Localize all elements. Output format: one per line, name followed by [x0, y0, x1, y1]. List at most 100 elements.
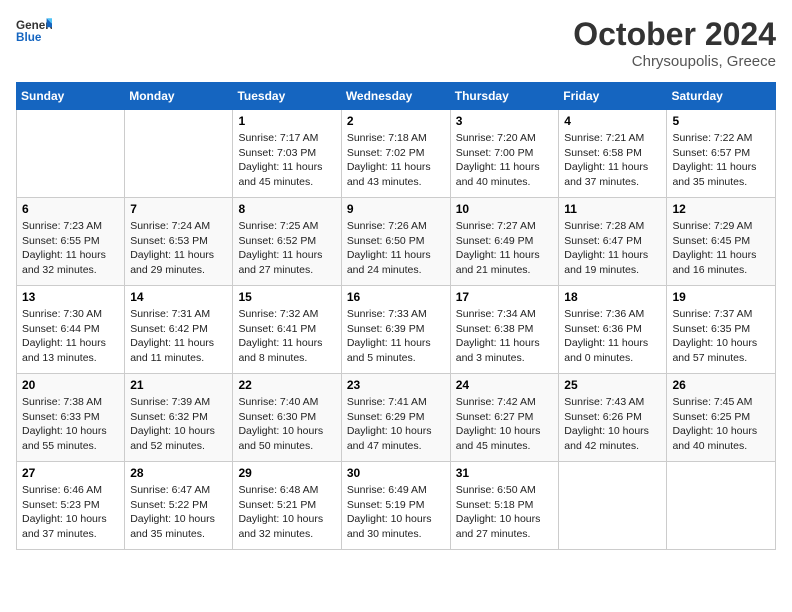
table-row: 9 Sunrise: 7:26 AM Sunset: 6:50 PM Daylig…	[341, 198, 450, 286]
day-number: 24	[456, 378, 554, 392]
location-subtitle: Chrysoupolis, Greece	[573, 53, 776, 70]
day-info: Sunrise: 7:25 AM Sunset: 6:52 PM Dayligh…	[238, 219, 335, 278]
day-number: 6	[22, 202, 119, 216]
day-info: Sunrise: 7:36 AM Sunset: 6:36 PM Dayligh…	[564, 307, 661, 366]
calendar-week-row: 6 Sunrise: 7:23 AM Sunset: 6:55 PM Daylig…	[17, 198, 776, 286]
logo-icon: General Blue	[16, 16, 52, 44]
day-number: 13	[22, 290, 119, 304]
day-info: Sunrise: 7:45 AM Sunset: 6:25 PM Dayligh…	[672, 395, 770, 454]
day-number: 30	[347, 466, 445, 480]
table-row: 28 Sunrise: 6:47 AM Sunset: 5:22 PM Dayli…	[125, 462, 233, 550]
table-row: 27 Sunrise: 6:46 AM Sunset: 5:23 PM Dayli…	[17, 462, 125, 550]
col-saturday: Saturday	[667, 83, 776, 110]
day-info: Sunrise: 6:48 AM Sunset: 5:21 PM Dayligh…	[238, 483, 335, 542]
logo: General Blue	[16, 16, 52, 44]
day-number: 28	[130, 466, 227, 480]
table-row: 2Sunrise: 7:18 AM Sunset: 7:02 PM Daylig…	[341, 110, 450, 198]
day-number: 9	[347, 202, 445, 216]
day-number: 14	[130, 290, 227, 304]
table-row: 17 Sunrise: 7:34 AM Sunset: 6:38 PM Dayli…	[450, 286, 559, 374]
table-row: 22 Sunrise: 7:40 AM Sunset: 6:30 PM Dayli…	[233, 374, 341, 462]
day-number: 3	[456, 114, 554, 128]
table-row: 12 Sunrise: 7:29 AM Sunset: 6:45 PM Dayli…	[667, 198, 776, 286]
table-row	[17, 110, 125, 198]
col-sunday: Sunday	[17, 83, 125, 110]
day-number: 25	[564, 378, 661, 392]
table-row: 16Sunrise: 7:33 AM Sunset: 6:39 PM Dayli…	[341, 286, 450, 374]
day-number: 31	[456, 466, 554, 480]
table-row: 3 Sunrise: 7:20 AM Sunset: 7:00 PM Daylig…	[450, 110, 559, 198]
day-info: Sunrise: 6:49 AM Sunset: 5:19 PM Dayligh…	[347, 483, 445, 542]
day-number: 12	[672, 202, 770, 216]
day-number: 26	[672, 378, 770, 392]
day-info: Sunrise: 7:37 AM Sunset: 6:35 PM Dayligh…	[672, 307, 770, 366]
day-number: 16	[347, 290, 445, 304]
table-row: 19 Sunrise: 7:37 AM Sunset: 6:35 PM Dayli…	[667, 286, 776, 374]
table-row: 26 Sunrise: 7:45 AM Sunset: 6:25 PM Dayli…	[667, 374, 776, 462]
calendar-week-row: 27 Sunrise: 6:46 AM Sunset: 5:23 PM Dayli…	[17, 462, 776, 550]
day-number: 15	[238, 290, 335, 304]
day-info: Sunrise: 7:20 AM Sunset: 7:00 PM Dayligh…	[456, 131, 554, 190]
table-row: 8Sunrise: 7:25 AM Sunset: 6:52 PM Daylig…	[233, 198, 341, 286]
day-info: Sunrise: 7:28 AM Sunset: 6:47 PM Dayligh…	[564, 219, 661, 278]
table-row	[559, 462, 667, 550]
day-number: 10	[456, 202, 554, 216]
table-row: 21 Sunrise: 7:39 AM Sunset: 6:32 PM Dayli…	[125, 374, 233, 462]
day-number: 18	[564, 290, 661, 304]
table-row: 29 Sunrise: 6:48 AM Sunset: 5:21 PM Dayli…	[233, 462, 341, 550]
day-info: Sunrise: 7:31 AM Sunset: 6:42 PM Dayligh…	[130, 307, 227, 366]
day-number: 1	[238, 114, 335, 128]
day-info: Sunrise: 7:24 AM Sunset: 6:53 PM Dayligh…	[130, 219, 227, 278]
day-info: Sunrise: 6:46 AM Sunset: 5:23 PM Dayligh…	[22, 483, 119, 542]
table-row	[125, 110, 233, 198]
col-wednesday: Wednesday	[341, 83, 450, 110]
day-info: Sunrise: 7:27 AM Sunset: 6:49 PM Dayligh…	[456, 219, 554, 278]
calendar-week-row: 20Sunrise: 7:38 AM Sunset: 6:33 PM Dayli…	[17, 374, 776, 462]
col-monday: Monday	[125, 83, 233, 110]
day-number: 17	[456, 290, 554, 304]
table-row	[667, 462, 776, 550]
day-info: Sunrise: 7:32 AM Sunset: 6:41 PM Dayligh…	[238, 307, 335, 366]
table-row: 15 Sunrise: 7:32 AM Sunset: 6:41 PM Dayli…	[233, 286, 341, 374]
table-row: 4 Sunrise: 7:21 AM Sunset: 6:58 PM Daylig…	[559, 110, 667, 198]
day-info: Sunrise: 7:42 AM Sunset: 6:27 PM Dayligh…	[456, 395, 554, 454]
calendar-week-row: 1 Sunrise: 7:17 AM Sunset: 7:03 PM Daylig…	[17, 110, 776, 198]
table-row: 25Sunrise: 7:43 AM Sunset: 6:26 PM Dayli…	[559, 374, 667, 462]
day-info: Sunrise: 7:41 AM Sunset: 6:29 PM Dayligh…	[347, 395, 445, 454]
day-number: 22	[238, 378, 335, 392]
day-info: Sunrise: 7:39 AM Sunset: 6:32 PM Dayligh…	[130, 395, 227, 454]
day-number: 4	[564, 114, 661, 128]
table-row: 23Sunrise: 7:41 AM Sunset: 6:29 PM Dayli…	[341, 374, 450, 462]
day-info: Sunrise: 7:23 AM Sunset: 6:55 PM Dayligh…	[22, 219, 119, 278]
table-row: 30 Sunrise: 6:49 AM Sunset: 5:19 PM Dayli…	[341, 462, 450, 550]
day-info: Sunrise: 7:21 AM Sunset: 6:58 PM Dayligh…	[564, 131, 661, 190]
day-number: 11	[564, 202, 661, 216]
table-row: 24 Sunrise: 7:42 AM Sunset: 6:27 PM Dayli…	[450, 374, 559, 462]
day-number: 27	[22, 466, 119, 480]
table-row: 13 Sunrise: 7:30 AM Sunset: 6:44 PM Dayli…	[17, 286, 125, 374]
col-thursday: Thursday	[450, 83, 559, 110]
col-tuesday: Tuesday	[233, 83, 341, 110]
page-header: General Blue October 2024 Chrysoupolis, …	[16, 16, 776, 70]
svg-text:Blue: Blue	[16, 31, 42, 44]
day-number: 5	[672, 114, 770, 128]
day-number: 29	[238, 466, 335, 480]
calendar-header-row: Sunday Monday Tuesday Wednesday Thursday…	[17, 83, 776, 110]
table-row: 7Sunrise: 7:24 AM Sunset: 6:53 PM Daylig…	[125, 198, 233, 286]
day-info: Sunrise: 7:29 AM Sunset: 6:45 PM Dayligh…	[672, 219, 770, 278]
day-info: Sunrise: 6:47 AM Sunset: 5:22 PM Dayligh…	[130, 483, 227, 542]
day-number: 2	[347, 114, 445, 128]
day-info: Sunrise: 7:40 AM Sunset: 6:30 PM Dayligh…	[238, 395, 335, 454]
month-title: October 2024	[573, 16, 776, 53]
day-info: Sunrise: 7:38 AM Sunset: 6:33 PM Dayligh…	[22, 395, 119, 454]
day-info: Sunrise: 7:34 AM Sunset: 6:38 PM Dayligh…	[456, 307, 554, 366]
day-number: 21	[130, 378, 227, 392]
table-row: 6 Sunrise: 7:23 AM Sunset: 6:55 PM Daylig…	[17, 198, 125, 286]
day-info: Sunrise: 7:17 AM Sunset: 7:03 PM Dayligh…	[238, 131, 335, 190]
title-block: October 2024 Chrysoupolis, Greece	[573, 16, 776, 70]
table-row: 31Sunrise: 6:50 AM Sunset: 5:18 PM Dayli…	[450, 462, 559, 550]
day-info: Sunrise: 7:26 AM Sunset: 6:50 PM Dayligh…	[347, 219, 445, 278]
day-info: Sunrise: 7:30 AM Sunset: 6:44 PM Dayligh…	[22, 307, 119, 366]
day-number: 19	[672, 290, 770, 304]
calendar-table: Sunday Monday Tuesday Wednesday Thursday…	[16, 82, 776, 550]
